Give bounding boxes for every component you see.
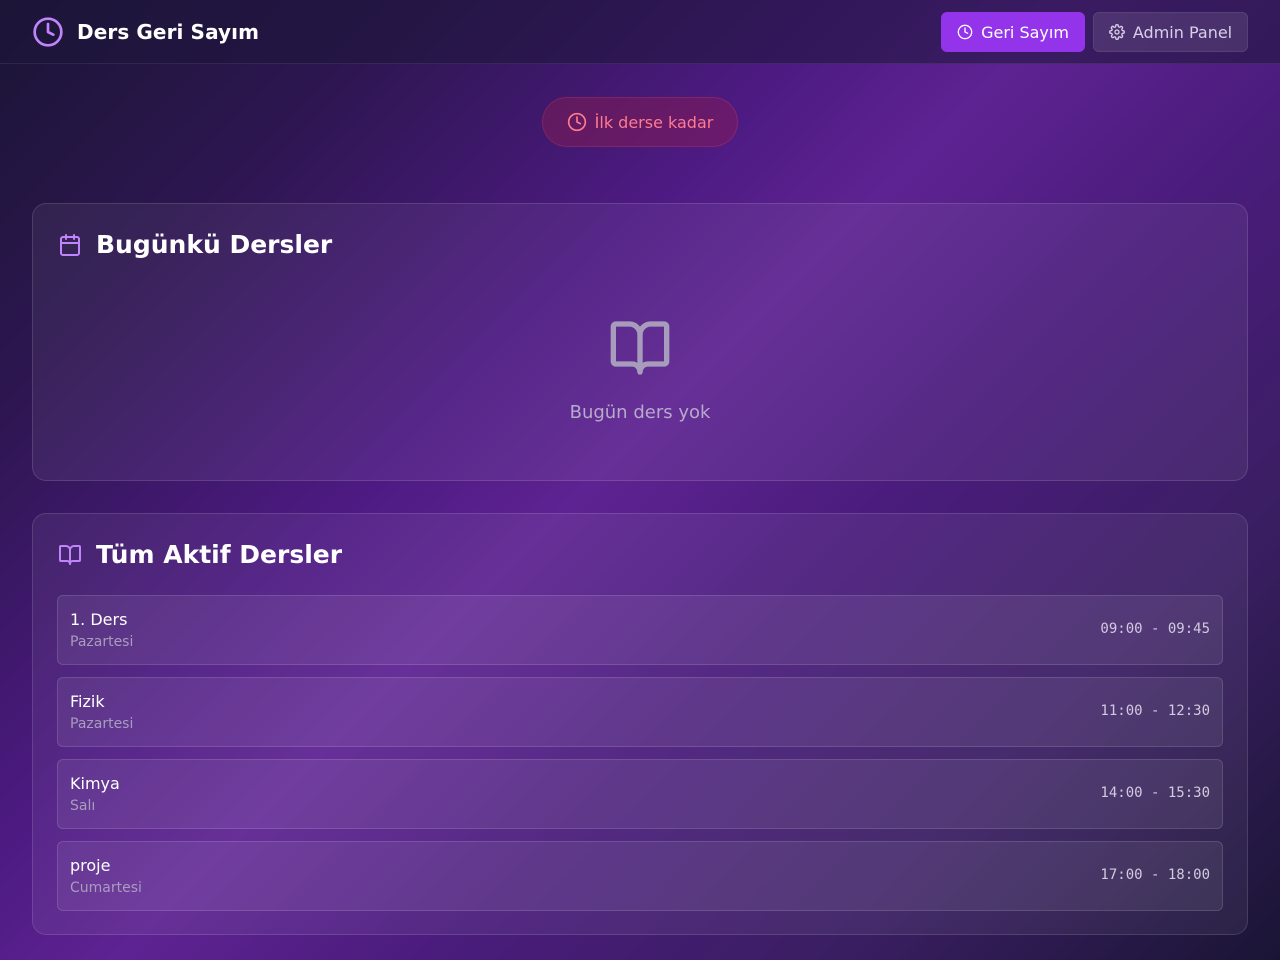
today-lessons-card: Bugünkü Dersler Bugün ders yok bbox=[32, 203, 1248, 481]
clock-icon bbox=[567, 112, 587, 132]
lesson-time: 17:00 - 18:00 bbox=[1100, 867, 1210, 883]
lesson-day: Cumartesi bbox=[70, 880, 142, 896]
lesson-time: 09:00 - 09:45 bbox=[1100, 621, 1210, 637]
clock-icon bbox=[32, 16, 64, 48]
book-open-icon bbox=[58, 543, 82, 567]
today-lessons-header: Bugünkü Dersler bbox=[58, 230, 332, 259]
admin-panel-button-label: Admin Panel bbox=[1132, 22, 1233, 42]
active-lessons-header: Tüm Aktif Dersler bbox=[58, 540, 342, 569]
empty-state-text: Bugün ders yok bbox=[569, 402, 711, 423]
empty-state: Bugün ders yok bbox=[33, 316, 1247, 423]
countdown-status-text: İlk derse kadar bbox=[594, 112, 714, 132]
countdown-button-label: Geri Sayım bbox=[981, 22, 1069, 42]
active-lessons-title: Tüm Aktif Dersler bbox=[96, 540, 343, 569]
clock-icon bbox=[957, 24, 973, 40]
book-open-icon bbox=[608, 316, 672, 380]
gear-icon bbox=[1108, 24, 1125, 40]
lesson-name: Fizik bbox=[70, 692, 105, 711]
brand[interactable]: Ders Geri Sayım bbox=[32, 15, 259, 49]
lesson-day: Pazartesi bbox=[70, 634, 134, 650]
lesson-day: Pazartesi bbox=[70, 716, 134, 732]
lesson-item[interactable]: proje Cumartesi 17:00 - 18:00 bbox=[57, 841, 1223, 911]
lesson-time: 11:00 - 12:30 bbox=[1100, 703, 1210, 719]
lesson-day: Salı bbox=[70, 798, 96, 814]
lesson-name: Kimya bbox=[70, 774, 120, 793]
app-title: Ders Geri Sayım bbox=[77, 20, 260, 44]
countdown-button[interactable]: Geri Sayım bbox=[941, 12, 1085, 52]
calendar-icon bbox=[58, 233, 82, 257]
active-lessons-card: Tüm Aktif Dersler 1. Ders Pazartesi 09:0… bbox=[32, 513, 1248, 935]
top-navbar: Ders Geri Sayım Geri Sayım Admin Panel bbox=[0, 0, 1280, 64]
lesson-time: 14:00 - 15:30 bbox=[1100, 785, 1210, 801]
lesson-item[interactable]: 1. Ders Pazartesi 09:00 - 09:45 bbox=[57, 595, 1223, 665]
today-lessons-title: Bugünkü Dersler bbox=[96, 230, 333, 259]
countdown-status-badge: İlk derse kadar bbox=[542, 97, 738, 147]
lesson-name: 1. Ders bbox=[70, 610, 128, 629]
admin-panel-button[interactable]: Admin Panel bbox=[1093, 12, 1248, 52]
lesson-item[interactable]: Fizik Pazartesi 11:00 - 12:30 bbox=[57, 677, 1223, 747]
lesson-name: proje bbox=[70, 856, 111, 875]
lesson-item[interactable]: Kimya Salı 14:00 - 15:30 bbox=[57, 759, 1223, 829]
